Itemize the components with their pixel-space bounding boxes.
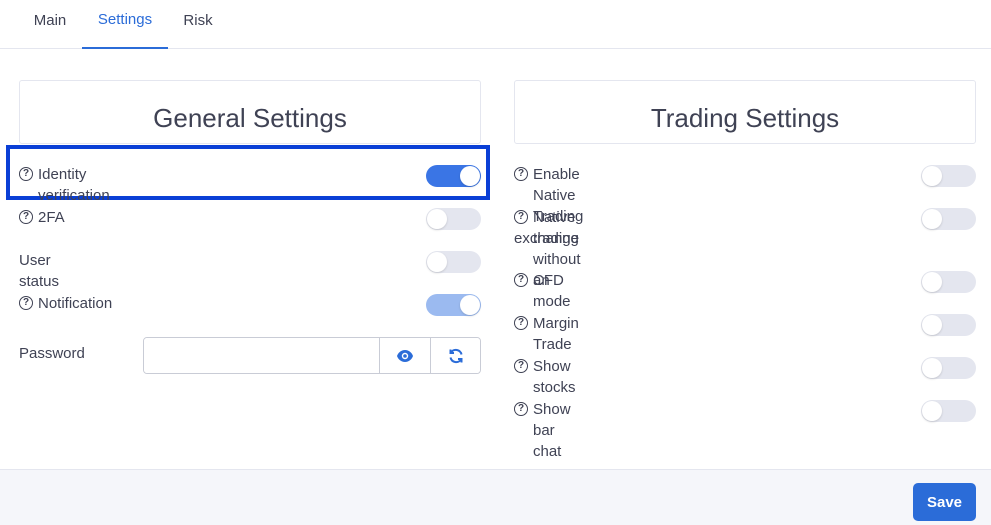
trading-settings-header: Trading Settings [514,80,976,144]
margin-trade-toggle[interactable] [921,314,976,336]
setting-label: Identity verification [38,166,110,204]
help-circle-icon[interactable]: ? [19,167,33,181]
setting-label: User status [19,252,60,290]
general-settings-header: General Settings [19,80,481,144]
toggle-knob [460,166,480,186]
toggle-knob [922,209,942,229]
password-label: Password [19,345,85,362]
toggle-knob [427,252,447,272]
toggle-knob [922,166,942,186]
save-button[interactable]: Save [913,483,976,521]
show-bar-chat-toggle[interactable] [921,400,976,422]
setting-label: 2FA [38,209,65,226]
setting-label: Show stocks [533,358,576,396]
help-circle-icon[interactable]: ? [514,359,528,373]
help-circle-icon[interactable]: ? [514,316,528,330]
setting-label: Notification [38,295,113,312]
generate-password-button[interactable] [430,338,480,373]
help-circle-icon[interactable]: ? [19,296,33,310]
footer-bar [0,469,991,525]
tab-risk[interactable]: Risk [168,0,228,49]
user-status-toggle[interactable] [426,251,481,273]
enable-native-trading-toggle[interactable] [921,165,976,187]
setting-label-continued: exchange [514,230,580,247]
password-input[interactable] [144,338,379,373]
cfd-mode-toggle[interactable] [921,271,976,293]
toggle-knob [922,401,942,421]
setting-label: Margin Trade [533,315,579,353]
show-stocks-toggle[interactable] [921,357,976,379]
toggle-knob [922,315,942,335]
eye-icon [397,349,413,362]
password-group [143,337,481,374]
tab-main[interactable]: Main [19,0,81,49]
native-trading-without-exchange-toggle[interactable] [921,208,976,230]
toggle-knob [922,272,942,292]
show-password-button[interactable] [379,338,430,373]
identity-verification-toggle[interactable] [426,165,481,187]
toggle-knob [460,295,480,315]
tab-bar: Main Settings Risk [0,0,991,49]
setting-label: CFD mode [533,272,571,310]
help-circle-icon[interactable]: ? [514,402,528,416]
notification-toggle[interactable] [426,294,481,316]
tab-settings[interactable]: Settings [82,0,168,49]
refresh-icon [449,348,462,363]
help-circle-icon[interactable]: ? [19,210,33,224]
toggle-knob [427,209,447,229]
2fa-toggle[interactable] [426,208,481,230]
toggle-knob [922,358,942,378]
help-circle-icon[interactable]: ? [514,167,528,181]
setting-label: Show bar chat [533,401,571,460]
help-circle-icon[interactable]: ? [514,273,528,287]
help-circle-icon[interactable]: ? [514,210,528,224]
